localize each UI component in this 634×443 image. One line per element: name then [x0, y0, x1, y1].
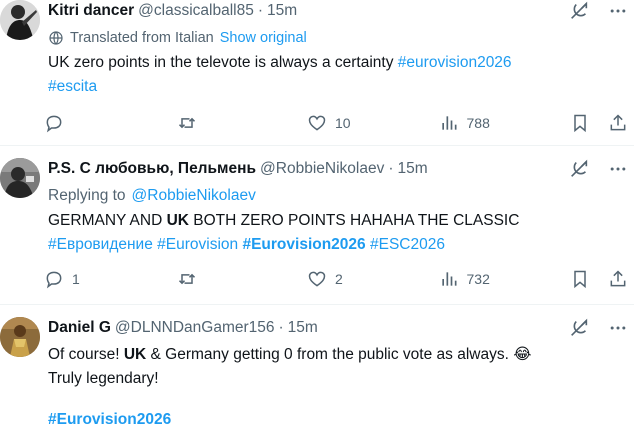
avatar[interactable]	[0, 317, 40, 357]
translate-globe-icon	[48, 30, 64, 46]
reply-icon	[44, 113, 64, 133]
views-button[interactable]: 732	[439, 269, 499, 289]
action-bar: 10 788	[44, 110, 628, 136]
separator-dot: ·	[257, 2, 263, 19]
repost-icon	[176, 269, 198, 289]
display-name[interactable]: Daniel G	[48, 319, 111, 337]
views-count: 732	[466, 271, 490, 287]
hashtag[interactable]: #Eurovision	[157, 236, 238, 253]
timestamp[interactable]: 15m	[398, 160, 428, 178]
tweet-text-part: BOTH ZERO POINTS HAHAHA THE CLASSIC	[188, 212, 520, 229]
replying-handle-link[interactable]: @RobbieNikolaev	[132, 187, 256, 205]
divider	[0, 304, 634, 305]
reply-button[interactable]	[44, 113, 104, 133]
hashtag[interactable]: #ESC2026	[370, 236, 445, 253]
avatar[interactable]	[0, 158, 40, 198]
like-heart-icon	[307, 113, 327, 133]
hashtag[interactable]: #eurovision2026	[398, 54, 512, 71]
tweet-text-line: Truly legendary!	[48, 370, 159, 387]
tweet-text: GERMANY AND UK BOTH ZERO POINTS HAHAHA T…	[48, 209, 594, 257]
hashtag[interactable]: #escita	[48, 78, 97, 95]
translated-label: Translated from Italian	[70, 30, 214, 46]
more-dots-icon[interactable]	[608, 1, 628, 21]
tweet-text: Of course! UK & Germany getting 0 from t…	[48, 343, 594, 391]
share-icon[interactable]	[608, 269, 628, 289]
user-handle[interactable]: @DLNNDanGamer156	[115, 319, 275, 337]
avatar[interactable]	[0, 0, 40, 40]
reply-icon	[44, 269, 64, 289]
more-dots-icon[interactable]	[608, 159, 628, 179]
repost-button[interactable]	[176, 113, 236, 133]
tweet-text-highlight: UK	[123, 346, 147, 363]
display-name[interactable]: P.S. С любовью, Пельмень	[48, 160, 256, 178]
bookmark-icon[interactable]	[570, 269, 590, 289]
reply-count: 1	[72, 271, 80, 287]
repost-button[interactable]	[176, 269, 236, 289]
share-icon[interactable]	[608, 113, 628, 133]
like-count: 10	[335, 115, 351, 131]
hashtag[interactable]: #Eurovision2026	[48, 411, 171, 428]
tweet-text-part: Of course!	[48, 346, 124, 363]
separator-dot: ·	[278, 319, 284, 336]
tweet-text-highlight: UK	[166, 212, 189, 229]
tweet-2[interactable]: P.S. С любовью, Пельмень @RobbieNikolaev…	[0, 158, 634, 298]
timestamp[interactable]: 15m	[288, 319, 318, 337]
replying-label: Replying to	[48, 187, 126, 204]
action-bar: 1 2 732	[44, 266, 628, 292]
hashtag[interactable]: #Eurovision2026	[242, 236, 365, 253]
like-button[interactable]: 2	[307, 269, 367, 289]
grok-icon[interactable]	[568, 317, 590, 339]
timestamp[interactable]: 15m	[267, 2, 297, 20]
user-handle[interactable]: @classicalball85	[138, 2, 254, 20]
display-name[interactable]: Kitri dancer	[48, 2, 134, 20]
replying-to: Replying to @RobbieNikolaev	[48, 185, 256, 207]
tweet-text-part: & Germany getting 0 from the public vote…	[146, 346, 532, 363]
hashtag[interactable]: #Евровидение	[48, 236, 153, 253]
grok-icon[interactable]	[568, 0, 590, 22]
like-heart-icon	[307, 269, 327, 289]
tweet-1[interactable]: Kitri dancer @classicalball85 · 15m Tran…	[0, 0, 634, 145]
user-handle[interactable]: @RobbieNikolaev	[260, 160, 384, 178]
tweet-text: UK zero points in the televote is always…	[48, 51, 594, 99]
more-dots-icon[interactable]	[608, 318, 628, 338]
tweet-hashtags: #Eurovision2026	[48, 408, 594, 432]
views-button[interactable]: 788	[439, 113, 499, 133]
show-original-link[interactable]: Show original	[220, 30, 307, 46]
like-count: 2	[335, 271, 343, 287]
bookmark-icon[interactable]	[570, 113, 590, 133]
divider	[0, 145, 634, 146]
translation-notice: Translated from Italian Show original	[48, 28, 307, 48]
reply-button[interactable]: 1	[44, 269, 104, 289]
tweet-text-body: UK zero points in the televote is always…	[48, 54, 394, 71]
grok-icon[interactable]	[568, 158, 590, 180]
tweet-3[interactable]: Daniel G @DLNNDanGamer156 · 15m Of cours…	[0, 317, 634, 443]
like-button[interactable]: 10	[307, 113, 367, 133]
views-chart-icon	[439, 269, 459, 289]
views-chart-icon	[439, 113, 459, 133]
repost-icon	[176, 113, 198, 133]
views-count: 788	[466, 115, 490, 131]
separator-dot: ·	[388, 160, 394, 177]
tweet-text-part: GERMANY AND	[48, 212, 167, 229]
